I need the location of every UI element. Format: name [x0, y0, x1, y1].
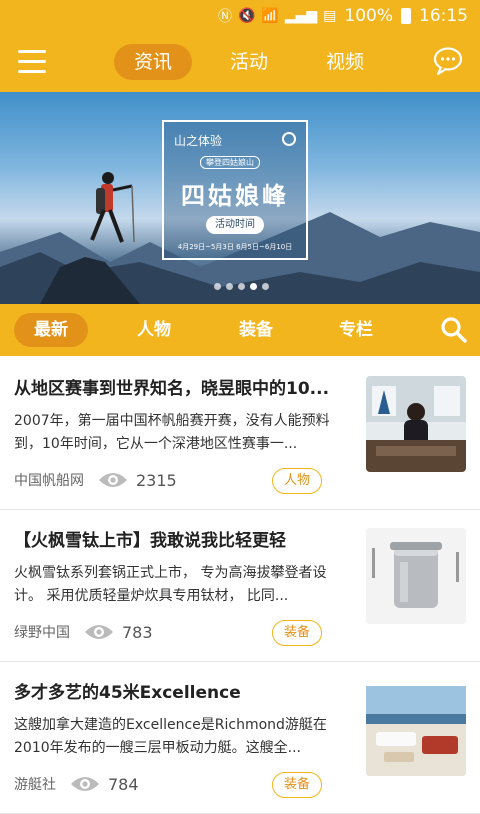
article-tag[interactable]: 人物: [272, 468, 322, 494]
banner-small-title: 山之体验: [174, 134, 223, 148]
top-bar: 资讯 活动 视频: [0, 32, 480, 92]
sim-icon: ▤: [323, 8, 337, 24]
category-people[interactable]: 人物: [118, 313, 190, 347]
article-title[interactable]: 从地区赛事到世界知名，晓昱眼中的10...: [14, 374, 344, 399]
article-card[interactable]: 从地区赛事到世界知名，晓昱眼中的10... 2007年，第一届中国杯帆船赛开赛，…: [0, 358, 480, 510]
article-title[interactable]: 【火枫雪钛上市】我敢说我比轻更轻: [14, 526, 344, 551]
article-tag[interactable]: 装备: [272, 620, 322, 646]
nfc-icon: Ⓝ: [217, 9, 232, 25]
banner-event-button[interactable]: 活动时间: [206, 216, 264, 234]
tab-news[interactable]: 资讯: [114, 44, 192, 80]
article-views: 783: [122, 622, 153, 642]
banner-headline: 四姑娘峰: [181, 182, 289, 210]
battery-icon: [401, 8, 411, 24]
carousel-dot[interactable]: [238, 283, 245, 290]
article-source: 游艇社: [14, 777, 56, 793]
battery-percent: 100%: [344, 6, 393, 26]
status-bar: Ⓝ 🔇 📶 ▂▄▆ ▤ 100% 16:15: [0, 0, 480, 32]
chat-icon[interactable]: [432, 46, 464, 76]
article-meta: 游艇社 784: [14, 772, 139, 796]
poster-ring-icon: [282, 132, 296, 146]
eye-icon: [99, 473, 127, 487]
promo-banner[interactable]: 山之体验 攀登四姑娘山 四姑娘峰 活动时间 4月29日~5月3日 6月5日~6月…: [0, 92, 480, 304]
article-thumbnail[interactable]: [366, 376, 466, 472]
carousel-dot[interactable]: [214, 283, 221, 290]
article-title[interactable]: 多才多艺的45米Excellence: [14, 678, 344, 703]
category-latest[interactable]: 最新: [14, 313, 88, 347]
banner-dates: 4月29日~5月3日 6月5日~6月10日: [177, 243, 293, 251]
search-icon[interactable]: [440, 316, 468, 344]
category-gear[interactable]: 装备: [220, 313, 292, 347]
article-tag[interactable]: 装备: [272, 772, 322, 798]
eye-icon: [85, 625, 113, 639]
article-meta: 绿野中国 783: [14, 620, 153, 644]
article-card[interactable]: 多才多艺的45米Excellence 这艘加拿大建造的Excellence是Ri…: [0, 662, 480, 814]
banner-badge: 攀登四姑娘山: [200, 156, 260, 169]
mute-icon: 🔇: [237, 8, 256, 24]
status-icons: Ⓝ 🔇 📶 ▂▄▆ ▤: [218, 6, 336, 26]
article-card[interactable]: 【火枫雪钛上市】我敢说我比轻更轻 火枫雪钛系列套锅正式上市， 专为高海拔攀登者设…: [0, 510, 480, 662]
menu-icon[interactable]: [18, 50, 46, 74]
article-thumbnail[interactable]: [366, 680, 466, 776]
clock: 16:15: [419, 6, 468, 26]
category-column[interactable]: 专栏: [320, 313, 392, 347]
carousel-dot[interactable]: [226, 283, 233, 290]
article-source: 中国帆船网: [14, 473, 84, 489]
eye-icon: [71, 777, 99, 791]
carousel-dot[interactable]: [262, 283, 269, 290]
article-source: 绿野中国: [14, 625, 70, 641]
article-views: 784: [108, 774, 139, 794]
article-thumbnail[interactable]: [366, 528, 466, 624]
article-summary: 火枫雪钛系列套锅正式上市， 专为高海拔攀登者设计。 采用优质轻量炉炊具专用钛材，…: [14, 565, 327, 604]
carousel-dot-active[interactable]: [250, 283, 257, 290]
signal-icon: ▂▄▆: [284, 8, 318, 24]
wifi-icon: 📶: [261, 8, 279, 24]
banner-poster: 山之体验 攀登四姑娘山 四姑娘峰 活动时间 4月29日~5月3日 6月5日~6月…: [162, 120, 308, 260]
article-views: 2315: [136, 470, 177, 490]
article-summary: 2007年，第一届中国杯帆船赛开赛，没有人能预料到，10年时间，它从一个深港地区…: [14, 413, 330, 452]
carousel-indicator: [214, 283, 269, 290]
tab-videos[interactable]: 视频: [306, 44, 384, 80]
category-bar: 最新 人物 装备 专栏: [0, 304, 480, 356]
article-meta: 中国帆船网 2315: [14, 468, 177, 492]
article-summary: 这艘加拿大建造的Excellence是Richmond游艇在2010年发布的一艘…: [14, 717, 327, 756]
tab-events[interactable]: 活动: [210, 44, 288, 80]
